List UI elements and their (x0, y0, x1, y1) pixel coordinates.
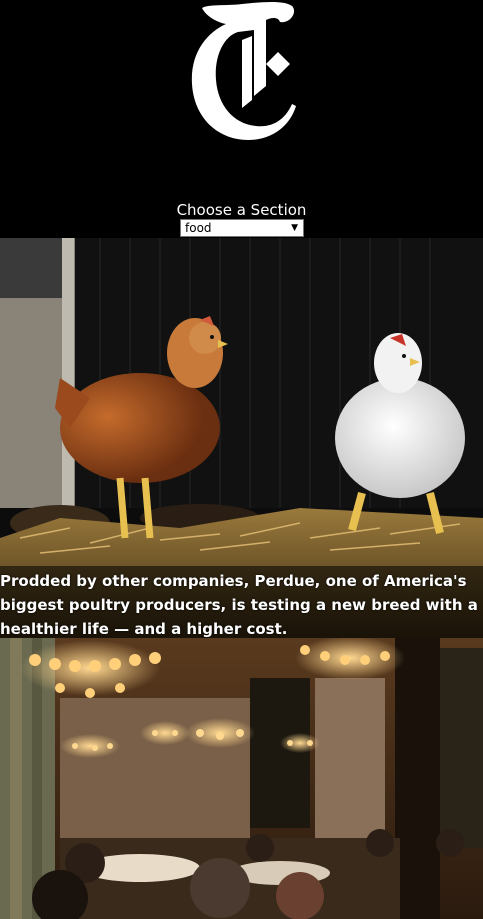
site-header: Choose a Section food ▼ (0, 0, 483, 238)
dropdown-arrow-icon: ▼ (291, 223, 298, 233)
story-headline[interactable]: Prodded by other companies, Perdue, one … (0, 569, 478, 641)
section-select-value: food (185, 221, 212, 235)
section-select[interactable]: food ▼ (180, 219, 304, 237)
section-label: Choose a Section (176, 201, 307, 219)
restaurant-dining-room-photo (0, 638, 483, 919)
nyt-t-logo-icon[interactable] (186, 0, 298, 140)
story-caption[interactable]: Prodded by other companies, Perdue, one … (0, 566, 483, 638)
story-card-restaurant[interactable] (0, 638, 483, 919)
